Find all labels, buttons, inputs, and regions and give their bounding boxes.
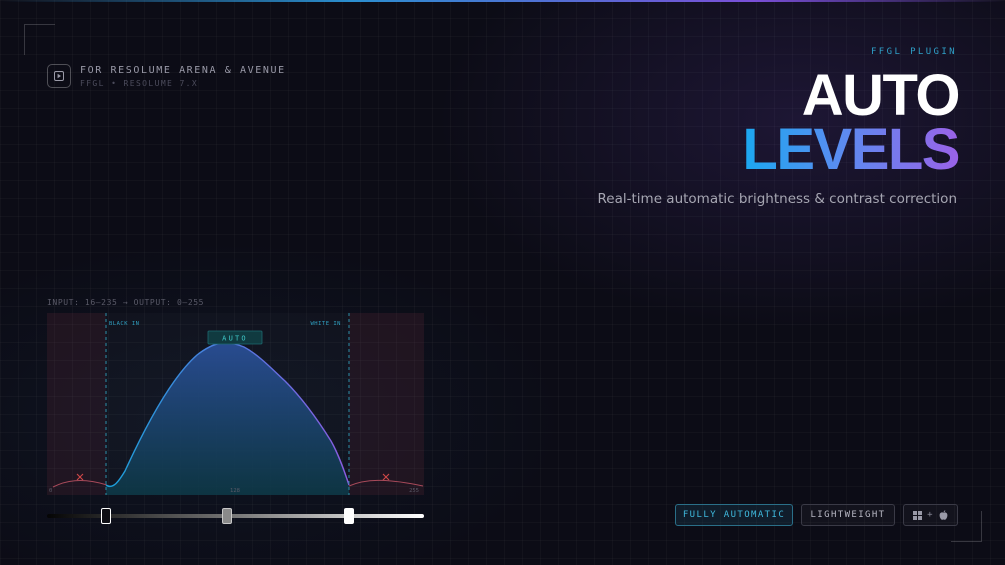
play-icon: [47, 64, 71, 88]
tagline: Real-time automatic brightness & contras…: [597, 191, 957, 207]
clip-zone-right: [349, 313, 424, 495]
platform-separator: +: [927, 510, 934, 520]
platform-badge: +: [903, 504, 958, 526]
gamma-handle[interactable]: [222, 508, 232, 524]
clip-zone-left: [47, 313, 106, 495]
white-point-handle[interactable]: [344, 508, 354, 524]
tick-min: 0: [49, 488, 52, 494]
fully-automatic-badge: FULLY AUTOMATIC: [675, 504, 793, 526]
corner-bracket-top-left: [24, 24, 55, 55]
title-line-2: LEVELS: [742, 117, 960, 182]
io-range-label: INPUT: 16–235 → OUTPUT: 0–255: [47, 298, 205, 307]
tick-max: 255: [409, 488, 419, 494]
tick-mid: 128: [230, 488, 240, 494]
white-in-label: WHITE IN: [311, 321, 342, 327]
windows-icon: [913, 510, 923, 520]
lightweight-badge: LIGHTWEIGHT: [801, 504, 895, 526]
kicker-label: FFGL PLUGIN: [870, 47, 957, 57]
levels-slider[interactable]: [47, 508, 424, 524]
top-accent-line: [0, 0, 1005, 2]
play-glyph: [54, 71, 64, 81]
histogram: BLACK IN WHITE IN AUTO 0 128 255: [47, 313, 424, 495]
auto-badge-label: AUTO: [222, 335, 248, 343]
black-point-handle[interactable]: [101, 508, 111, 524]
apple-icon: [939, 510, 948, 520]
host-title: FOR RESOLUME ARENA & AVENUE: [80, 65, 286, 76]
black-in-label: BLACK IN: [109, 321, 140, 327]
host-subtitle: FFGL • RESOLUME 7.X: [80, 79, 199, 88]
